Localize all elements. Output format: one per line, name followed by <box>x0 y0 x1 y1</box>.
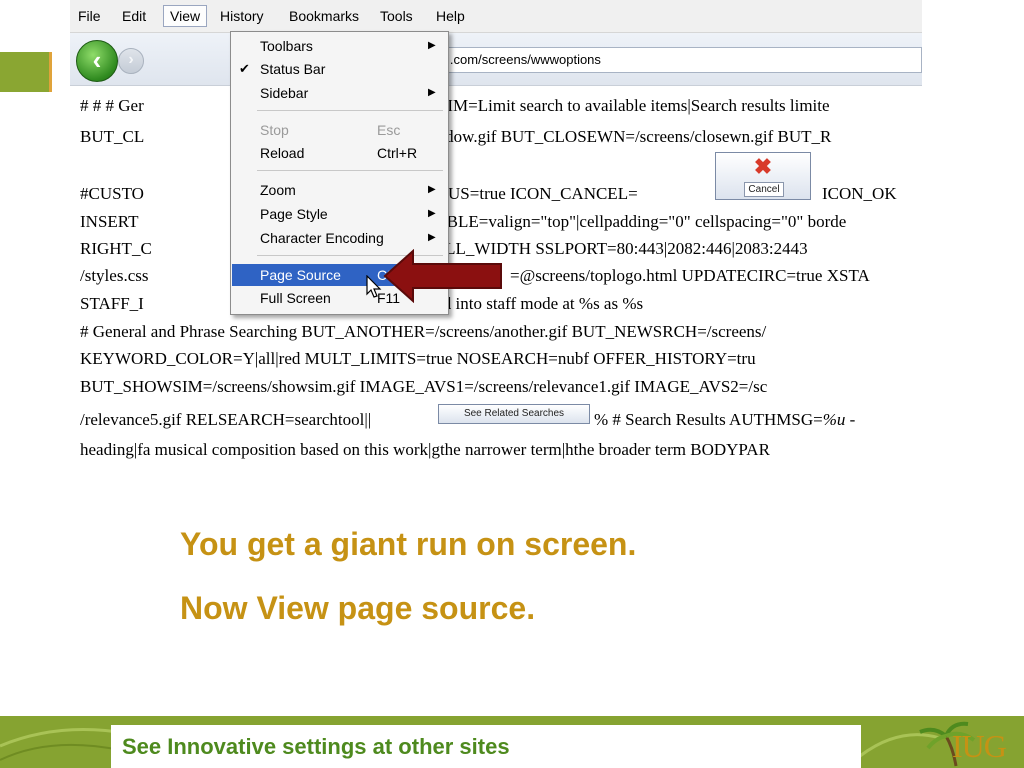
content-line: BUT_CL <box>80 127 145 146</box>
browser-window: File Edit View History Bookmarks Tools H… <box>70 0 922 462</box>
checkmark-icon: ✔ <box>239 61 250 76</box>
back-arrow-icon: ‹ <box>92 45 102 75</box>
view-menu-item-shortcut: Ctrl+R <box>377 145 418 161</box>
view-menu-item-label: Page Source <box>260 267 341 283</box>
content-line: heading|fa musical composition based on … <box>80 440 770 459</box>
red-x-icon: ✖ <box>753 154 773 179</box>
submenu-arrow-icon: ▶ <box>428 184 436 195</box>
view-menu-item-shortcut: Esc <box>377 122 401 138</box>
view-menu-item-label: Page Style <box>260 206 328 222</box>
menu-file[interactable]: File <box>78 8 101 24</box>
footer-text: See Innovative settings at other sites <box>122 734 510 759</box>
view-menu-item-zoom[interactable]: Zoom ▶ <box>232 179 447 201</box>
submenu-arrow-icon: ▶ <box>428 208 436 219</box>
cancel-icon-button[interactable]: ✖ Cancel <box>715 152 811 200</box>
content-line: # General and Phrase Searching BUT_ANOTH… <box>80 322 767 341</box>
navigation-toolbar: ‹ › http://csul.iii.com/screens/wwwoptio… <box>70 33 922 86</box>
view-menu-item-character-encoding[interactable]: Character Encoding ▶ <box>232 227 447 249</box>
view-menu-item-label: Sidebar <box>260 85 309 101</box>
view-menu-item-label: Character Encoding <box>260 230 384 246</box>
content-fragment: % # Search Results AUTHMSG=%u - <box>594 410 855 430</box>
content-line: # # # Ger <box>80 96 144 115</box>
caption-line-1: You get a giant run on screen. <box>180 526 637 562</box>
cancel-button-label: Cancel <box>744 182 784 197</box>
menu-help[interactable]: Help <box>436 8 465 24</box>
menu-separator <box>257 170 443 171</box>
mouse-pointer-icon <box>366 275 382 298</box>
view-menu-item-reload[interactable]: Reload Ctrl+R <box>232 142 447 164</box>
menu-bar: File Edit View History Bookmarks Tools H… <box>70 0 922 33</box>
content-line: STAFF_I <box>80 294 144 313</box>
content-fragment-text: - <box>845 410 856 429</box>
menu-bookmarks[interactable]: Bookmarks <box>289 8 359 24</box>
content-fragment-italic: %u <box>822 410 846 429</box>
menu-view[interactable]: View <box>163 5 208 27</box>
view-menu-item-label: Stop <box>260 122 289 138</box>
content-fragment: URCETABLE=valign="top"|cellpadding="0" c… <box>380 212 847 231</box>
view-menu-item-sidebar[interactable]: Sidebar ▶ <box>232 82 447 104</box>
content-line: #CUSTO <box>80 184 144 203</box>
submenu-arrow-icon: ▶ <box>428 232 436 243</box>
red-pointer-arrow-icon <box>383 249 502 303</box>
content-line: BUT_SHOWSIM=/screens/showsim.gif IMAGE_A… <box>80 377 768 396</box>
forward-arrow-icon: › <box>128 51 134 68</box>
forward-button[interactable]: › <box>118 48 144 74</box>
submenu-arrow-icon: ▶ <box>428 87 436 98</box>
view-menu-item-label: Reload <box>260 145 305 161</box>
menu-edit[interactable]: Edit <box>122 8 146 24</box>
view-menu-item-label: Zoom <box>260 182 296 198</box>
content-line: RIGHT_C <box>80 239 152 258</box>
address-bar[interactable]: http://csul.iii.com/screens/wwwoptions <box>375 47 922 73</box>
menu-separator <box>257 110 443 111</box>
view-menu-item-label: Full Screen <box>260 290 331 306</box>
content-line: /styles.css <box>80 266 149 285</box>
submenu-arrow-icon: ▶ <box>428 40 436 51</box>
view-menu-item-status-bar[interactable]: ✔ Status Bar <box>232 58 447 80</box>
iug-logo-text: IUG <box>952 728 1007 764</box>
menu-history[interactable]: History <box>220 8 264 24</box>
view-menu-item-label: Status Bar <box>260 61 326 77</box>
slide-accent-tab <box>0 52 52 92</box>
back-button[interactable]: ‹ <box>76 40 118 82</box>
view-menu-item-stop: Stop Esc <box>232 119 447 141</box>
content-line: INSERT <box>80 212 139 231</box>
content-fragment: ICON_OK <box>822 184 897 203</box>
see-related-searches-button[interactable]: See Related Searches <box>438 404 590 424</box>
caption-line-2: Now View page source. <box>180 590 536 626</box>
view-menu-item-label: Toolbars <box>260 38 313 54</box>
content-line: /relevance5.gif RELSEARCH=searchtool|| <box>80 410 372 429</box>
menu-tools[interactable]: Tools <box>380 8 413 24</box>
content-fragment: =@screens/toplogo.html UPDATECIRC=true X… <box>510 266 870 285</box>
content-line: KEYWORD_COLOR=Y|all|red MULT_LIMITS=true… <box>80 349 756 368</box>
view-menu-item-page-style[interactable]: Page Style ▶ <box>232 203 447 225</box>
view-menu-item-toolbars[interactable]: Toolbars ▶ <box>232 35 447 57</box>
content-fragment-text: % # Search Results AUTHMSG= <box>594 410 823 429</box>
